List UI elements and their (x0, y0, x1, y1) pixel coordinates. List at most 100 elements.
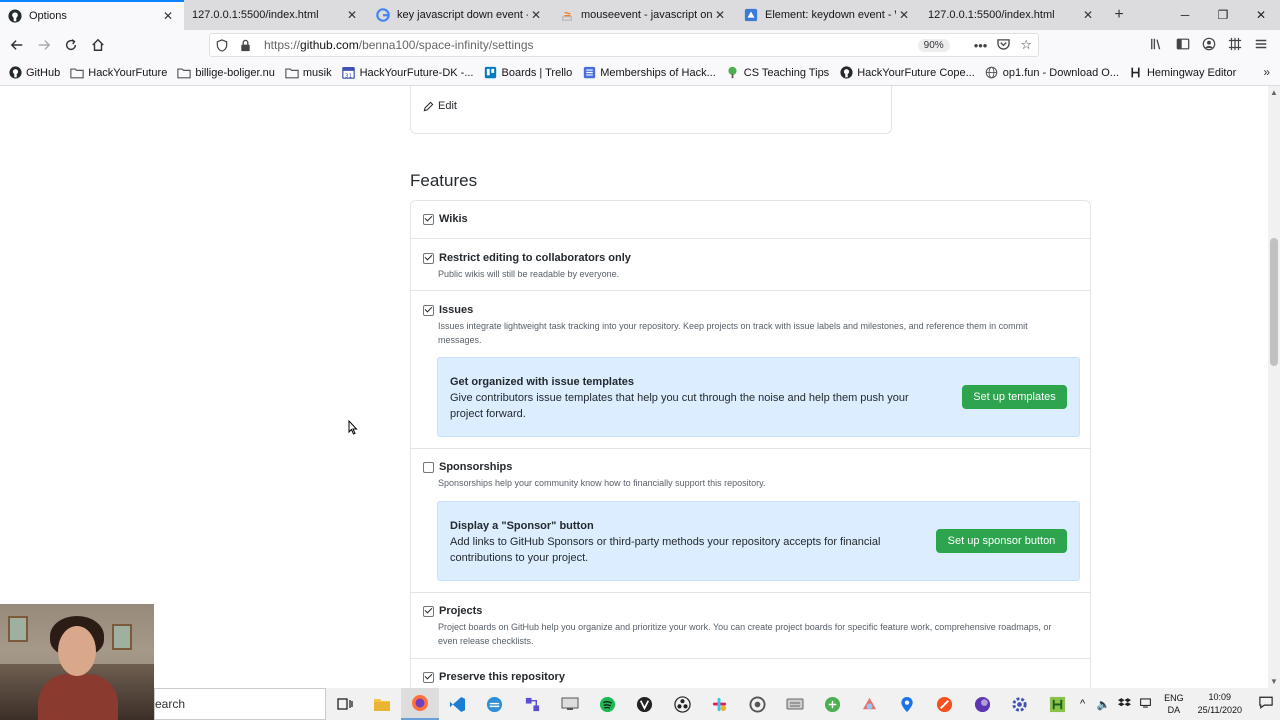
trello-icon (484, 66, 498, 80)
app-icon-screen[interactable] (551, 688, 589, 720)
issue-templates-promo: Get organized with issue templates Give … (437, 357, 1080, 437)
volume-icon[interactable]: 🔈 (1093, 698, 1114, 711)
maps-icon[interactable] (889, 688, 927, 720)
address-bar[interactable]: https://github.com/benna100/space-infini… (209, 33, 1039, 57)
tab-localhost-1[interactable]: 127.0.0.1:5500/index.html ✕ (184, 0, 368, 30)
bookmark-label: HackYourFuture Cope... (857, 66, 975, 79)
bookmark-hyf-dk[interactable]: 31 HackYourFuture-DK -... (342, 66, 474, 80)
setup-templates-button[interactable]: Set up templates (962, 385, 1067, 409)
home-icon[interactable] (84, 32, 111, 58)
bookmark-hemingway[interactable]: Hemingway Editor (1129, 66, 1236, 80)
library-icon[interactable] (1144, 37, 1170, 54)
bookmark-label: billige-boliger.nu (195, 66, 275, 79)
account-icon[interactable] (1196, 37, 1222, 54)
page-actions-icon[interactable]: ••• (974, 38, 988, 53)
zoom-level[interactable]: 90% (917, 38, 950, 52)
sponsorships-checkbox[interactable] (423, 461, 434, 473)
scroll-down-icon[interactable]: ▼ (1269, 677, 1279, 686)
tab-mdn[interactable]: Element: keydown event - Wel ✕ (736, 0, 920, 30)
app-icon-orange[interactable] (926, 688, 964, 720)
divider (411, 448, 1090, 449)
app-icon-green-h[interactable] (1039, 688, 1077, 720)
menu-icon[interactable] (1248, 37, 1274, 54)
edit-button[interactable]: Edit (423, 100, 457, 112)
new-tab-button[interactable]: + (1104, 0, 1134, 30)
page-scrollbar[interactable]: ▲ ▼ (1268, 86, 1280, 688)
reload-icon[interactable] (57, 32, 84, 58)
app-icon-color[interactable] (851, 688, 889, 720)
bookmark-musik[interactable]: musik (285, 66, 332, 80)
webcam-person-face (58, 626, 96, 676)
preserve-repository-checkbox[interactable] (423, 671, 434, 683)
restrict-editing-checkbox[interactable] (423, 252, 434, 264)
slack-icon[interactable] (701, 688, 739, 720)
app-icon-network[interactable] (514, 688, 552, 720)
edit-label: Edit (438, 100, 457, 112)
bookmark-hyf-copenhagen[interactable]: HackYourFuture Cope... (839, 66, 975, 80)
firefox-icon[interactable] (401, 688, 439, 720)
app-icon-green-grid[interactable] (814, 688, 852, 720)
bookmark-trello[interactable]: Boards | Trello (484, 66, 572, 80)
spotify-icon[interactable] (589, 688, 627, 720)
app-icon-v[interactable] (626, 688, 664, 720)
bookmark-cs-teaching-tips[interactable]: CS Teaching Tips (726, 66, 829, 80)
bookmark-github[interactable]: GitHub (8, 66, 60, 80)
vscode-icon[interactable] (439, 688, 477, 720)
chevron-up-icon[interactable]: ^ (1072, 698, 1093, 710)
tab-stackoverflow[interactable]: mouseevent - javascript on mc ✕ (552, 0, 736, 30)
app-icon-circle[interactable] (739, 688, 777, 720)
clock[interactable]: 10:09 25/11/2020 (1198, 691, 1242, 717)
issues-checkbox[interactable] (423, 304, 434, 316)
mouse-cursor-icon (348, 420, 358, 435)
bookmark-hackyourfuture[interactable]: HackYourFuture (70, 66, 167, 80)
app-icon-blue-db[interactable] (476, 688, 514, 720)
lock-icon[interactable] (240, 39, 256, 52)
language-indicator[interactable]: ENG DA (1164, 692, 1184, 716)
close-icon[interactable]: ✕ (528, 8, 544, 22)
pocket-icon[interactable] (997, 38, 1011, 53)
back-icon[interactable] (3, 32, 30, 58)
close-icon[interactable]: ✕ (1080, 8, 1096, 22)
bookmark-memberships[interactable]: Memberships of Hack... (582, 66, 716, 80)
dropbox-icon[interactable] (1114, 697, 1135, 712)
close-icon[interactable]: ✕ (160, 9, 176, 23)
forward-icon[interactable] (30, 32, 57, 58)
wikis-checkbox[interactable] (423, 213, 434, 225)
projects-checkbox[interactable] (423, 605, 434, 617)
task-view-icon[interactable] (326, 688, 364, 720)
bookmark-label: HackYourFuture-DK -... (359, 66, 474, 79)
close-icon[interactable]: ✕ (344, 8, 360, 22)
shield-icon[interactable] (216, 38, 232, 52)
close-icon[interactable]: ✕ (896, 8, 912, 22)
close-icon[interactable]: ✕ (712, 8, 728, 22)
restore-icon[interactable]: ❐ (1204, 0, 1242, 30)
tab-google-search[interactable]: key javascript down event - jq ✕ (368, 0, 552, 30)
bookmark-op1fun[interactable]: op1.fun - Download O... (985, 66, 1119, 80)
folder-icon (70, 66, 84, 80)
taskbar-search[interactable]: earch (154, 688, 326, 720)
bookmark-billige-boliger[interactable]: billige-boliger.nu (177, 66, 275, 80)
app-icon-gear[interactable] (1001, 688, 1039, 720)
notifications-icon[interactable] (1252, 696, 1280, 712)
system-tray: ^ 🔈 ENG DA 10:09 25/11/2020 (1072, 688, 1280, 720)
scroll-up-icon[interactable]: ▲ (1269, 88, 1279, 97)
tab-options[interactable]: Options ✕ (0, 0, 184, 30)
tab-localhost-2[interactable]: 127.0.0.1:5500/index.html ✕ (920, 0, 1104, 30)
url-text[interactable]: https://github.com/benna100/space-infini… (264, 38, 918, 52)
network-icon[interactable] (1135, 697, 1156, 712)
scrollbar-thumb[interactable] (1270, 238, 1278, 366)
extensions-icon[interactable] (1222, 37, 1248, 54)
setup-sponsor-button[interactable]: Set up sponsor button (936, 529, 1067, 553)
sidebar-icon[interactable] (1170, 37, 1196, 54)
chevron-more-icon[interactable]: » (1263, 65, 1270, 79)
app-icon-keyboard[interactable] (776, 688, 814, 720)
svg-text:31: 31 (345, 73, 353, 79)
close-window-icon[interactable]: ✕ (1242, 0, 1280, 30)
app-icon-purple[interactable] (964, 688, 1002, 720)
file-explorer-icon[interactable] (364, 688, 402, 720)
bookmark-star-icon[interactable]: ☆ (1020, 37, 1032, 53)
obs-icon[interactable] (664, 688, 702, 720)
sponsor-button-promo: Display a "Sponsor" button Add links to … (437, 501, 1080, 581)
clock-time: 10:09 (1208, 692, 1232, 702)
minimize-icon[interactable]: ─ (1166, 0, 1204, 30)
